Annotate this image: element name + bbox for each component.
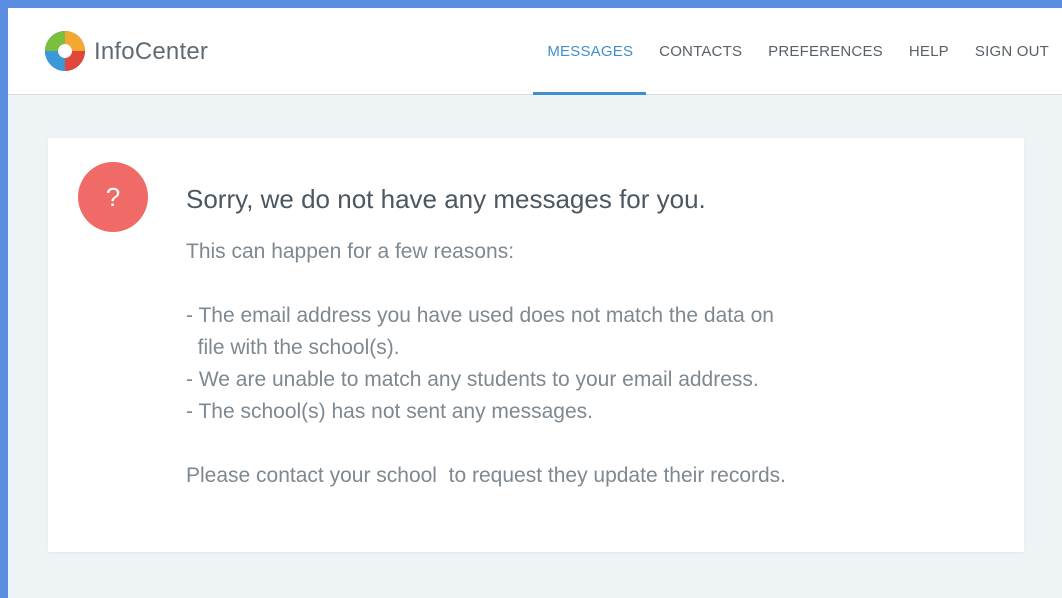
message-intro: This can happen for a few reasons:	[186, 240, 515, 263]
nav-messages[interactable]: MESSAGES	[533, 8, 646, 95]
top-nav: MESSAGES CONTACTS PREFERENCES HELP SIGN …	[533, 8, 1062, 95]
nav-preferences[interactable]: PREFERENCES	[755, 8, 896, 94]
message-title: Sorry, we do not have any messages for y…	[186, 184, 706, 214]
reason-line: file with the school(s).	[186, 336, 400, 359]
app-frame: InfoCenter MESSAGES CONTACTS PREFERENCES…	[8, 8, 1062, 598]
app-brand-name[interactable]: InfoCenter	[94, 38, 208, 66]
nav-contacts[interactable]: CONTACTS	[646, 8, 755, 94]
message-body: This can happen for a few reasons: - The…	[186, 236, 786, 492]
reason-line: - The email address you have used does n…	[186, 304, 774, 327]
question-mark-icon: ?	[78, 162, 148, 232]
reason-line: - The school(s) has not sent any message…	[186, 400, 593, 423]
nav-help[interactable]: HELP	[896, 8, 962, 94]
top-header: InfoCenter MESSAGES CONTACTS PREFERENCES…	[8, 8, 1062, 95]
infocenter-logo-icon[interactable]	[42, 28, 88, 74]
message-closing: Please contact your school to request th…	[186, 464, 787, 487]
empty-messages-card: ? Sorry, we do not have any messages for…	[48, 138, 1024, 552]
reason-line: - We are unable to match any students to…	[186, 368, 759, 391]
nav-sign-out[interactable]: SIGN OUT	[962, 8, 1062, 94]
